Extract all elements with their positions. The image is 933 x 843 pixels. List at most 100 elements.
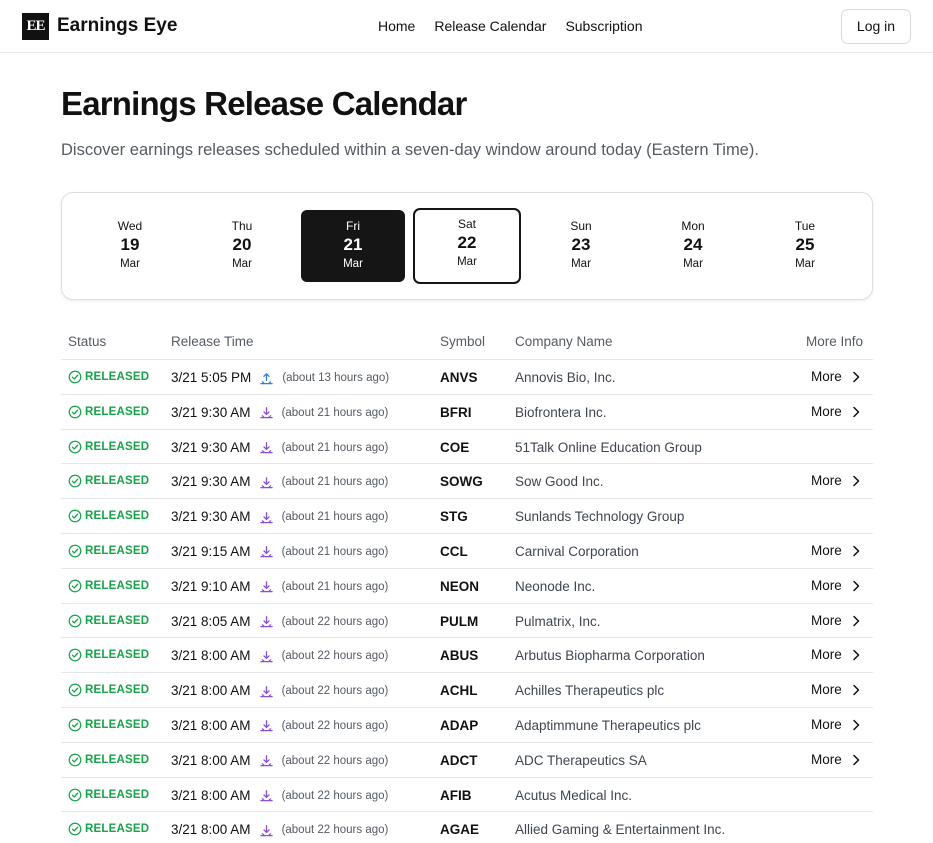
- day-weekday: Wed: [117, 219, 143, 233]
- day-selector: Wed 19 Mar Thu 20 Mar Fri 21 Mar Sat 22 Mar Sun 23 Mar…: [61, 192, 873, 300]
- symbol-cell: ADAP: [440, 717, 479, 733]
- login-button[interactable]: Log in: [841, 9, 911, 44]
- pre-market-icon: [259, 825, 273, 837]
- day-tue-25[interactable]: Tue 25 Mar: [753, 210, 857, 282]
- release-time-value: 3/21 9:30 AM: [171, 509, 251, 525]
- check-circle-icon: [68, 475, 82, 488]
- company-name-cell: Arbutus Biopharma Corporation: [515, 648, 705, 664]
- more-info-link[interactable]: More: [811, 613, 861, 629]
- day-weekday: Sun: [570, 219, 592, 233]
- status-badge: RELEASED: [68, 474, 149, 488]
- release-time-value: 3/21 9:30 AM: [171, 404, 251, 420]
- day-fri-21[interactable]: Fri 21 Mar: [301, 210, 405, 282]
- table-row: RELEASED 3/21 9:30 AM (about 21 hours ago)…: [61, 395, 873, 430]
- more-info-link[interactable]: More: [811, 647, 861, 663]
- release-time-ago: (about 21 hours ago): [281, 580, 389, 593]
- day-mon-24[interactable]: Mon 24 Mar: [641, 210, 745, 282]
- top-nav-bar: EE Earnings Eye Home Release Calendar Su…: [0, 0, 933, 53]
- logo-icon[interactable]: EE: [22, 13, 49, 40]
- more-info-label: More: [811, 751, 842, 767]
- symbol-cell: BFRI: [440, 404, 472, 420]
- status-label: RELEASED: [85, 475, 150, 488]
- status-label: RELEASED: [85, 718, 150, 731]
- more-info-link[interactable]: More: [811, 543, 861, 559]
- symbol-cell: AGAE: [440, 822, 480, 838]
- nav-subscription-link[interactable]: Subscription: [565, 17, 642, 35]
- table-row: RELEASED 3/21 8:00 AM (about 22 hours ago)…: [61, 812, 873, 843]
- day-weekday: Thu: [231, 219, 253, 233]
- release-time-value: 3/21 9:10 AM: [171, 578, 251, 594]
- more-info-link[interactable]: More: [811, 473, 861, 489]
- company-name-cell: Adaptimmune Therapeutics plc: [515, 717, 701, 733]
- day-weekday: Mon: [681, 219, 705, 233]
- more-info-link[interactable]: More: [811, 404, 861, 420]
- symbol-cell: NEON: [440, 578, 480, 594]
- symbol-cell: ADCT: [440, 752, 478, 768]
- more-info-link[interactable]: More: [811, 717, 861, 733]
- day-number: 20: [232, 235, 252, 254]
- table-row: RELEASED 3/21 9:10 AM (about 21 hours ago)…: [61, 569, 873, 604]
- table-row: RELEASED 3/21 8:05 AM (about 22 hours ago)…: [61, 604, 873, 639]
- pre-market-icon: [259, 511, 273, 523]
- status-badge: RELEASED: [68, 440, 149, 454]
- symbol-cell: ANVS: [440, 370, 478, 385]
- release-time-value: 3/21 8:00 AM: [171, 787, 251, 803]
- status-badge: RELEASED: [68, 509, 149, 523]
- symbol-cell: PULM: [440, 613, 479, 629]
- check-circle-icon: [68, 822, 82, 836]
- pre-market-icon: [259, 581, 273, 593]
- release-time: 3/21 9:30 AM (about 21 hours ago): [171, 509, 388, 525]
- more-info-label: More: [811, 716, 842, 732]
- table-row: RELEASED 3/21 8:00 AM (about 22 hours ago)…: [61, 743, 873, 778]
- company-name-cell: Annovis Bio, Inc.: [515, 370, 616, 385]
- header-symbol: Symbol: [440, 334, 486, 349]
- table-row: RELEASED 3/21 9:15 AM (about 21 hours ago)…: [61, 534, 873, 569]
- day-wed-19[interactable]: Wed 19 Mar: [78, 210, 182, 282]
- release-time-ago: (about 21 hours ago): [281, 406, 389, 419]
- day-sun-23[interactable]: Sun 23 Mar: [529, 210, 633, 282]
- table-row: RELEASED 3/21 8:00 AM (about 22 hours ago)…: [61, 638, 873, 674]
- more-info-link[interactable]: More: [811, 369, 861, 385]
- day-number: 24: [683, 235, 703, 254]
- day-month: Mar: [683, 258, 703, 270]
- status-label: RELEASED: [85, 405, 150, 418]
- chevron-right-icon: [853, 684, 860, 696]
- chevron-right-icon: [853, 545, 860, 557]
- after-market-icon: [260, 372, 274, 384]
- chevron-right-icon: [853, 476, 860, 487]
- more-info-label: More: [811, 612, 842, 628]
- check-circle-icon: [68, 579, 82, 593]
- more-info-link[interactable]: More: [811, 578, 861, 594]
- nav-home-link[interactable]: Home: [378, 17, 415, 35]
- nav-release-calendar-link[interactable]: Release Calendar: [434, 17, 546, 35]
- symbol-cell: ABUS: [440, 648, 479, 664]
- table-row: RELEASED 3/21 8:00 AM (about 22 hours ago)…: [61, 708, 873, 743]
- release-time: 3/21 9:30 AM (about 21 hours ago): [171, 405, 388, 421]
- company-name-cell: ADC Therapeutics SA: [515, 752, 647, 768]
- release-time-ago: (about 13 hours ago): [282, 372, 390, 384]
- table-header: Status Release Time Symbol Company Name …: [61, 323, 873, 360]
- more-info-link[interactable]: More: [811, 682, 861, 698]
- more-info-link[interactable]: More: [811, 752, 861, 768]
- day-number: 22: [457, 233, 477, 252]
- day-thu-20[interactable]: Thu 20 Mar: [190, 210, 294, 282]
- more-info-label: More: [811, 403, 842, 419]
- pre-market-icon: [259, 720, 273, 732]
- day-number: 23: [571, 235, 591, 254]
- day-weekday: Fri: [346, 219, 360, 233]
- status-label: RELEASED: [85, 440, 150, 453]
- company-name-cell: Biofrontera Inc.: [515, 404, 607, 420]
- page-subtitle: Discover earnings releases scheduled wit…: [61, 141, 759, 159]
- brand-name[interactable]: Earnings Eye: [57, 14, 177, 38]
- day-sat-22[interactable]: Sat 22 Mar: [413, 208, 521, 284]
- release-time: 3/21 9:10 AM (about 21 hours ago): [171, 579, 388, 595]
- chevron-right-icon: [853, 580, 860, 592]
- release-time-ago: (about 21 hours ago): [281, 545, 389, 558]
- status-badge: RELEASED: [68, 544, 149, 558]
- release-time-ago: (about 22 hours ago): [281, 615, 389, 628]
- symbol-cell: CCL: [440, 543, 468, 559]
- release-time-ago: (about 22 hours ago): [281, 650, 389, 663]
- release-time: 3/21 8:00 AM (about 22 hours ago): [171, 718, 388, 734]
- release-time-ago: (about 21 hours ago): [281, 511, 389, 524]
- chevron-right-icon: [853, 719, 860, 731]
